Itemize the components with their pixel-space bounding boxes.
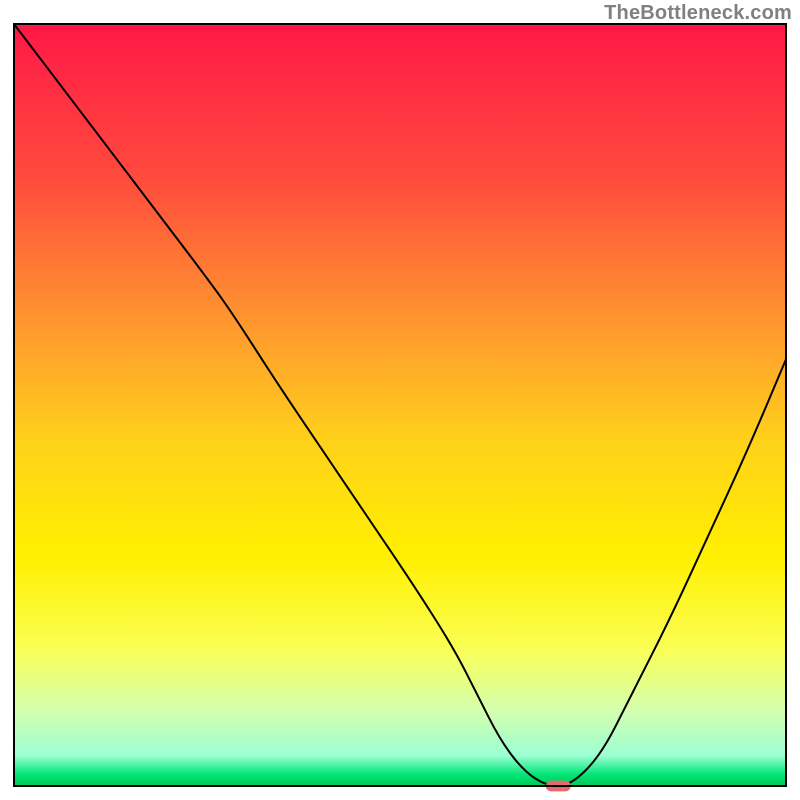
chart-stage: TheBottleneck.com — [0, 0, 800, 800]
chart-svg — [0, 0, 800, 800]
plot-area — [14, 24, 786, 791]
gradient-background — [14, 24, 786, 786]
